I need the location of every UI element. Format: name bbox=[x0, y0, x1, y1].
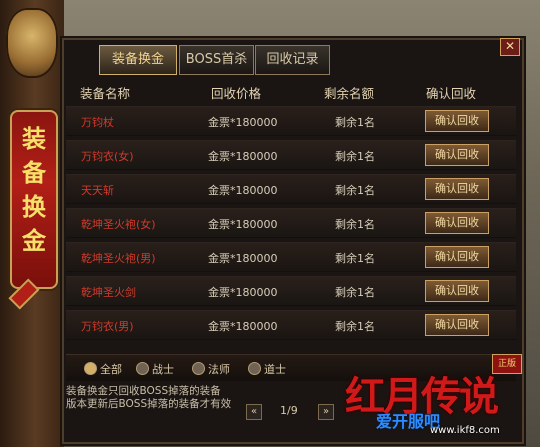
filter-all-label[interactable]: 全部 bbox=[100, 361, 122, 377]
close-button[interactable]: ✕ bbox=[500, 38, 520, 56]
radio-all[interactable] bbox=[84, 362, 97, 375]
remaining-slots: 剩余1名 bbox=[335, 184, 375, 197]
confirm-recycle-button[interactable]: 确认回收 bbox=[425, 110, 489, 132]
table-row: 乾坤圣火袍(男) 金票*180000 剩余1名 确认回收 bbox=[66, 242, 516, 272]
side-decoration: 装 备 换 金 bbox=[0, 0, 64, 447]
tab-boss-first-kill[interactable]: BOSS首杀 bbox=[179, 45, 254, 75]
confirm-recycle-button[interactable]: 确认回收 bbox=[425, 314, 489, 336]
table-row: 乾坤圣火剑 金票*180000 剩余1名 确认回收 bbox=[66, 276, 516, 306]
item-name: 乾坤圣火袍(女) bbox=[81, 218, 156, 231]
filter-warrior-label[interactable]: 战士 bbox=[152, 361, 174, 377]
recycle-price: 金票*180000 bbox=[208, 252, 278, 265]
side-banner: 装 备 换 金 bbox=[10, 110, 58, 289]
recycle-price: 金票*180000 bbox=[208, 286, 278, 299]
item-name: 万钧衣(女) bbox=[81, 150, 134, 163]
table-row: 乾坤圣火袍(女) 金票*180000 剩余1名 确认回收 bbox=[66, 208, 516, 238]
item-name: 乾坤圣火剑 bbox=[81, 286, 136, 299]
item-name: 万钧衣(男) bbox=[81, 320, 134, 333]
banner-title: 装 备 换 金 bbox=[22, 125, 46, 255]
tab-recycle-records[interactable]: 回收记录 bbox=[255, 45, 330, 75]
radio-warrior[interactable] bbox=[136, 362, 149, 375]
table-row: 万钧衣(女) 金票*180000 剩余1名 确认回收 bbox=[66, 140, 516, 170]
remaining-slots: 剩余1名 bbox=[335, 150, 375, 163]
remaining-slots: 剩余1名 bbox=[335, 320, 375, 333]
game-window: 装 备 换 金 ✕ 装备换金 BOSS首杀 回收记录 装备名称 回收价格 剩余名… bbox=[0, 0, 540, 447]
confirm-recycle-button[interactable]: 确认回收 bbox=[425, 144, 489, 166]
next-page-button[interactable]: » bbox=[318, 404, 334, 420]
item-name: 万钧杖 bbox=[81, 116, 114, 129]
remaining-slots: 剩余1名 bbox=[335, 116, 375, 129]
confirm-recycle-button[interactable]: 确认回收 bbox=[425, 212, 489, 234]
page-indicator: 1/9 bbox=[280, 404, 298, 417]
watermark-site-url: www.ikf8.com bbox=[430, 425, 500, 436]
table-row: 万钧衣(男) 金票*180000 剩余1名 确认回收 bbox=[66, 310, 516, 340]
recycle-price: 金票*180000 bbox=[208, 116, 278, 129]
tab-equipment-exchange[interactable]: 装备换金 bbox=[99, 45, 177, 75]
remaining-slots: 剩余1名 bbox=[335, 218, 375, 231]
note-line-1: 装备换金只回收BOSS掉落的装备 bbox=[66, 385, 221, 397]
remaining-slots: 剩余1名 bbox=[335, 286, 375, 299]
item-name: 乾坤圣火袍(男) bbox=[81, 252, 156, 265]
table-row: 天天斩 金票*180000 剩余1名 确认回收 bbox=[66, 174, 516, 204]
radio-taoist[interactable] bbox=[248, 362, 261, 375]
table-row: 万钧杖 金票*180000 剩余1名 确认回收 bbox=[66, 106, 516, 136]
header-item-name: 装备名称 bbox=[80, 86, 131, 101]
pagination: « 1/9 » bbox=[246, 404, 336, 422]
radio-mage[interactable] bbox=[192, 362, 205, 375]
item-name: 天天斩 bbox=[81, 184, 114, 197]
logo-stamp: 正版 bbox=[492, 354, 522, 374]
recycle-price: 金票*180000 bbox=[208, 184, 278, 197]
header-price: 回收价格 bbox=[211, 86, 262, 101]
prev-page-button[interactable]: « bbox=[246, 404, 262, 420]
dragon-emblem-icon bbox=[6, 8, 58, 78]
recycle-price: 金票*180000 bbox=[208, 320, 278, 333]
recycle-price: 金票*180000 bbox=[208, 150, 278, 163]
table-header: 装备名称 回收价格 剩余名额 确认回收 bbox=[66, 80, 516, 102]
header-remaining: 剩余名额 bbox=[324, 86, 375, 101]
confirm-recycle-button[interactable]: 确认回收 bbox=[425, 178, 489, 200]
confirm-recycle-button[interactable]: 确认回收 bbox=[425, 280, 489, 302]
confirm-recycle-button[interactable]: 确认回收 bbox=[425, 246, 489, 268]
filter-mage-label[interactable]: 法师 bbox=[208, 361, 230, 377]
recycle-price: 金票*180000 bbox=[208, 218, 278, 231]
header-confirm: 确认回收 bbox=[426, 86, 477, 101]
filter-taoist-label[interactable]: 道士 bbox=[264, 361, 286, 377]
remaining-slots: 剩余1名 bbox=[335, 252, 375, 265]
